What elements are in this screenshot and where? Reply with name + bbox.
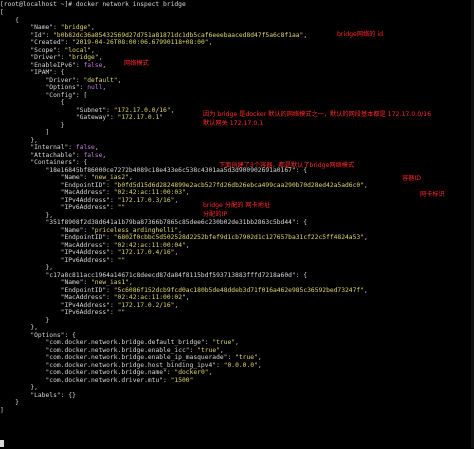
annotation-container-id: 容器ID: [402, 175, 421, 182]
output-line: [: [0, 9, 4, 16]
output-line: "Labels": {}: [30, 391, 76, 399]
output-line: "Attachable": false,: [30, 151, 107, 159]
output-line: }: [0, 316, 50, 324]
output-line: "com.docker.network.bridge.enable_icc": …: [45, 346, 224, 354]
output-line: "Subnet": "172.17.0.0/16",: [75, 106, 175, 114]
output-line: "Name": "bridge",: [30, 24, 95, 31]
annotation-subnet: 因为 bridge 是docker 默认的网络模式之一，默认的网段基本都是 17…: [203, 111, 432, 118]
output-line: "IPv4Address": "172.17.0.3/16",: [60, 196, 179, 204]
output-line: },: [0, 136, 38, 144]
output-line: "EnableIPv6": false,: [30, 61, 107, 69]
output-line: }: [0, 399, 19, 406]
output-line: },: [0, 264, 54, 271]
output-line: "IPv4Address": "172.17.0.2/16",: [60, 301, 179, 309]
output-line: "Options": null,: [45, 84, 107, 91]
output-line: "EndpointID": "6802f0cbbc5d502528d2252bf…: [60, 234, 368, 241]
annotation-endpoint: 网卡标识: [420, 191, 445, 198]
annotation-containers: 下面创建了3个容器，都是默认了bridge网络模式: [219, 162, 355, 169]
output-line: "MacAddress": "02:42:ac:11:00:03",: [60, 189, 190, 196]
output-line: "IPv4Address": "172.17.0.4/16",: [60, 249, 179, 256]
output-line: {: [0, 16, 19, 24]
output-line: "com.docker.network.bridge.default_bridg…: [45, 339, 239, 346]
output-line: "Options": {: [30, 331, 76, 339]
output-line: "Created": "2019-04-26T08:00:06.67990118…: [30, 39, 213, 46]
annotation-gateway: 默认网关 172.17.0.1: [203, 120, 264, 127]
output-line: "MacAddress": "02:42:ac:11:00:02",: [60, 294, 190, 301]
output-line: ]: [0, 129, 50, 136]
output-line: "Driver": "default",: [45, 76, 122, 84]
output-line: "Id": "b0b82dc36a85432569d27d751a81871dc…: [30, 31, 308, 39]
output-line: "IPAM": {: [30, 69, 65, 76]
terminal-window[interactable]: [root@localhost ~]# docker network inspe…: [0, 0, 474, 448]
output-line: }: [0, 121, 65, 129]
output-line: "Config": [: [45, 91, 88, 99]
output-line: "com.docker.network.driver.mtu": "1500": [45, 376, 194, 384]
output-line: "MacAddress": "02:42:ac:11:00:04",: [60, 241, 190, 249]
output-line: "Name": "priceless_ardinghelli",: [60, 226, 183, 234]
output-line: "Containers": {: [30, 159, 88, 166]
output-line: "Name": "new_ias1",: [60, 279, 133, 286]
annotation-id: bridge网络的 id: [337, 31, 384, 38]
output-line: "IPv6Address": "": [60, 256, 126, 264]
output-line: "Internal": false,: [30, 144, 99, 151]
output-line: "com.docker.network.bridge.enable_ip_mas…: [45, 354, 262, 361]
annotation-ip-2: 分配的IP: [203, 211, 228, 218]
output-line: "Driver": "bridge",: [30, 54, 103, 61]
output-line: "IPv6Address": "": [60, 204, 126, 211]
output-line: "com.docker.network.bridge.host_binding_…: [45, 361, 262, 369]
output-line: "351f8908f2d38d641a1b79ba87366b7865c85de…: [45, 219, 308, 226]
output-line: "Gateway": "172.17.0.1": [75, 114, 164, 121]
output-line: "EndpointID": "b0fd5d15d6d2824899e2acb52…: [60, 181, 368, 189]
cursor-line: [0, 440, 4, 449]
output-line: "c17a8c811acc1964a14671c8deecd87da84f811…: [45, 271, 308, 279]
terminal-cursor: [0, 440, 4, 447]
output-line: "EndpointID": "5c6086f152dcb9fcd0ac180b5…: [60, 286, 368, 294]
output-line: },: [0, 211, 54, 219]
output-line: "com.docker.network.bridge.name": "docke…: [45, 369, 213, 376]
output-line: },: [0, 384, 38, 391]
annotation-driver: 网络模式: [124, 60, 149, 67]
output-line: ]: [0, 406, 4, 414]
output-line: "Scope": "local",: [30, 46, 95, 54]
output-line: "IPv6Address": "": [60, 309, 126, 316]
output-line: {: [0, 99, 65, 106]
annotation-ip-1: bridge 分配的 网卡地址: [203, 202, 271, 209]
output-line: },: [0, 324, 38, 331]
shell-prompt: [root@localhost ~]# docker network inspe…: [0, 1, 186, 8]
output-line: "Name": "new_ias2",: [60, 174, 133, 181]
